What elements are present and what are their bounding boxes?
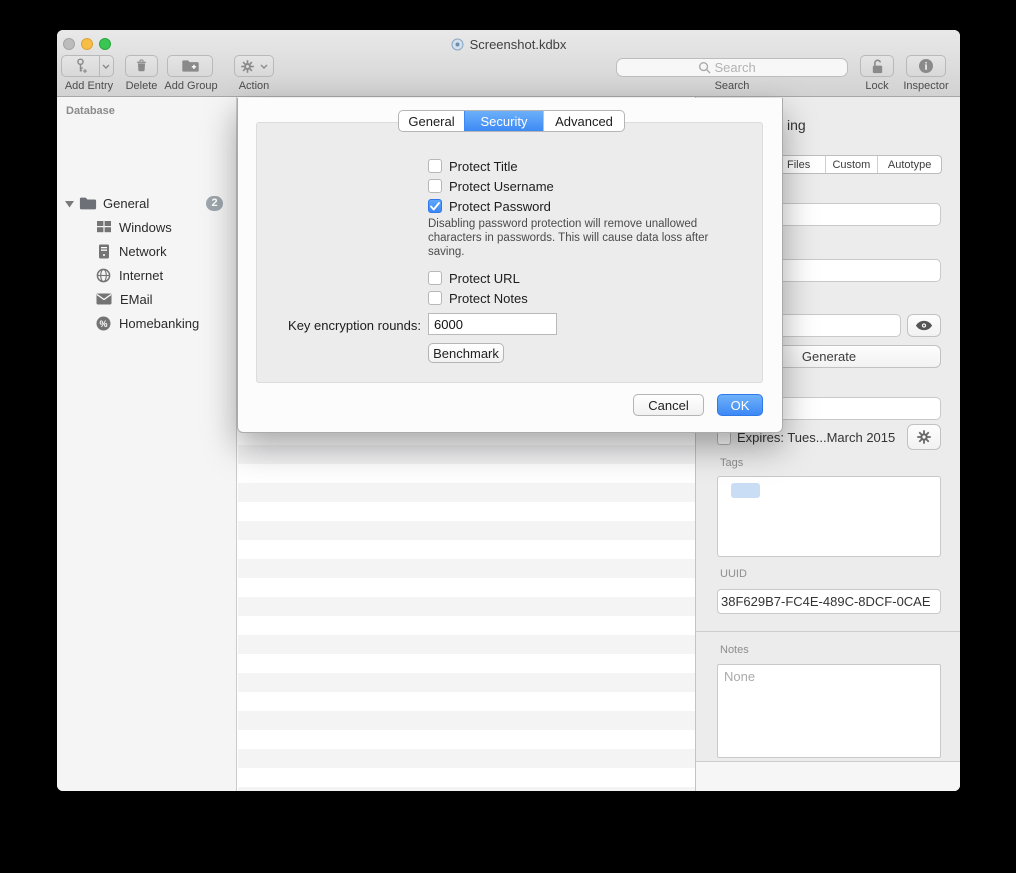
- folder-plus-icon: [181, 58, 200, 74]
- sidebar-item-email[interactable]: EMail: [57, 287, 237, 311]
- protect-url-checkbox[interactable]: [428, 271, 442, 285]
- document-proxy-icon: [451, 38, 464, 51]
- panel-footer: [696, 762, 960, 791]
- sidebar-item-windows[interactable]: Windows: [57, 215, 237, 239]
- chevron-down-icon: [260, 64, 268, 69]
- percent-icon: %: [96, 316, 111, 331]
- tags-label: Tags: [720, 457, 743, 469]
- uuid-label: UUID: [720, 568, 747, 580]
- protect-url-row: Protect URL: [428, 269, 520, 287]
- tab-advanced[interactable]: Advanced: [543, 111, 624, 131]
- expires-settings-button[interactable]: [907, 424, 941, 450]
- windows-icon: [96, 220, 112, 234]
- entry-count-badge: 2: [206, 196, 223, 211]
- protect-url-label: Protect URL: [449, 271, 520, 286]
- sidebar-item-label: Windows: [119, 220, 172, 235]
- disclosure-triangle-icon[interactable]: [61, 196, 77, 211]
- sidebar-item-label: Homebanking: [119, 316, 199, 331]
- inspector-button[interactable]: i: [906, 55, 946, 77]
- globe-icon: [96, 268, 111, 283]
- dialog-tab-bar: General Security Advanced: [398, 110, 625, 132]
- title-area: Screenshot.kdbx: [57, 36, 960, 52]
- delete-button[interactable]: [125, 55, 158, 77]
- cancel-button[interactable]: Cancel: [633, 394, 704, 416]
- protect-username-checkbox[interactable]: [428, 179, 442, 193]
- sidebar-item-label: Network: [119, 244, 167, 259]
- password-protection-warning: Disabling password protection will remov…: [428, 217, 720, 259]
- app-window: Screenshot.kdbx Add Entry Delete Add Gro…: [57, 30, 960, 791]
- lock-open-icon: [870, 58, 885, 75]
- trash-icon: [134, 58, 149, 74]
- sidebar-section-header: Database: [66, 105, 115, 117]
- delete-label: Delete: [117, 80, 166, 92]
- gear-icon: [240, 59, 255, 74]
- add-entry-dropdown[interactable]: [100, 64, 113, 69]
- notes-box[interactable]: None: [717, 664, 941, 758]
- sidebar-item-label: Internet: [119, 268, 163, 283]
- protect-username-row: Protect Username: [428, 177, 554, 195]
- protect-username-label: Protect Username: [449, 179, 554, 194]
- svg-text:i: i: [925, 62, 928, 73]
- add-entry-label: Add Entry: [61, 80, 117, 92]
- sidebar-item-network[interactable]: Network: [57, 239, 237, 263]
- search-input[interactable]: [715, 60, 767, 75]
- uuid-field[interactable]: 38F629B7-FC4E-489C-8DCF-0CAE: [717, 589, 941, 614]
- protect-password-label: Protect Password: [449, 199, 551, 214]
- divider: [696, 631, 960, 632]
- key-plus-icon: [62, 57, 99, 75]
- check-icon: [430, 202, 440, 211]
- action-button[interactable]: [234, 55, 274, 77]
- benchmark-button[interactable]: Benchmark: [428, 343, 504, 363]
- reveal-password-button[interactable]: [907, 314, 941, 337]
- server-icon: [98, 244, 110, 259]
- sidebar-item-general[interactable]: General 2: [57, 191, 237, 215]
- ok-button[interactable]: OK: [717, 394, 763, 416]
- tags-box[interactable]: [717, 476, 941, 557]
- tab-security[interactable]: Security: [464, 111, 543, 131]
- protect-password-row: Protect Password: [428, 197, 551, 215]
- search-icon: [698, 61, 711, 74]
- protect-title-checkbox[interactable]: [428, 159, 442, 173]
- search-field[interactable]: [616, 58, 848, 77]
- window-title: Screenshot.kdbx: [470, 37, 567, 52]
- gear-icon: [916, 429, 932, 445]
- sidebar: Database General 2 Windows Network Inter…: [57, 97, 237, 791]
- protect-notes-row: Protect Notes: [428, 289, 528, 307]
- database-settings-dialog: General Security Advanced Protect Title …: [237, 98, 783, 433]
- folder-icon: [79, 196, 97, 211]
- eye-icon: [915, 320, 933, 331]
- add-group-label: Add Group: [160, 80, 222, 92]
- tag-chip[interactable]: [731, 483, 760, 498]
- protect-notes-checkbox[interactable]: [428, 291, 442, 305]
- add-entry-button[interactable]: [61, 55, 114, 77]
- svg-text:%: %: [99, 318, 107, 328]
- sidebar-item-label: EMail: [120, 292, 153, 307]
- info-icon: i: [918, 58, 934, 74]
- protect-title-row: Protect Title: [428, 157, 518, 175]
- key-rounds-label: Key encryption rounds:: [238, 318, 421, 333]
- chevron-down-icon: [102, 64, 110, 69]
- titlebar-toolbar: Screenshot.kdbx Add Entry Delete Add Gro…: [57, 30, 960, 97]
- protect-title-label: Protect Title: [449, 159, 518, 174]
- inspector-label: Inspector: [896, 80, 956, 92]
- tab-custom[interactable]: Custom: [825, 156, 878, 173]
- tab-general[interactable]: General: [399, 111, 464, 131]
- protect-password-checkbox[interactable]: [428, 199, 442, 213]
- sidebar-item-internet[interactable]: Internet: [57, 263, 237, 287]
- action-label: Action: [229, 80, 279, 92]
- tab-autotype[interactable]: Autotype: [877, 156, 941, 173]
- key-rounds-input[interactable]: [428, 313, 557, 335]
- sidebar-item-label: General: [103, 196, 149, 211]
- protect-notes-label: Protect Notes: [449, 291, 528, 306]
- add-group-button[interactable]: [167, 55, 213, 77]
- envelope-icon: [96, 293, 112, 305]
- entry-title-fragment: ing: [787, 117, 806, 133]
- search-label: Search: [616, 80, 848, 92]
- lock-button[interactable]: [860, 55, 894, 77]
- sidebar-item-homebanking[interactable]: % Homebanking: [57, 311, 237, 335]
- notes-label: Notes: [720, 644, 749, 656]
